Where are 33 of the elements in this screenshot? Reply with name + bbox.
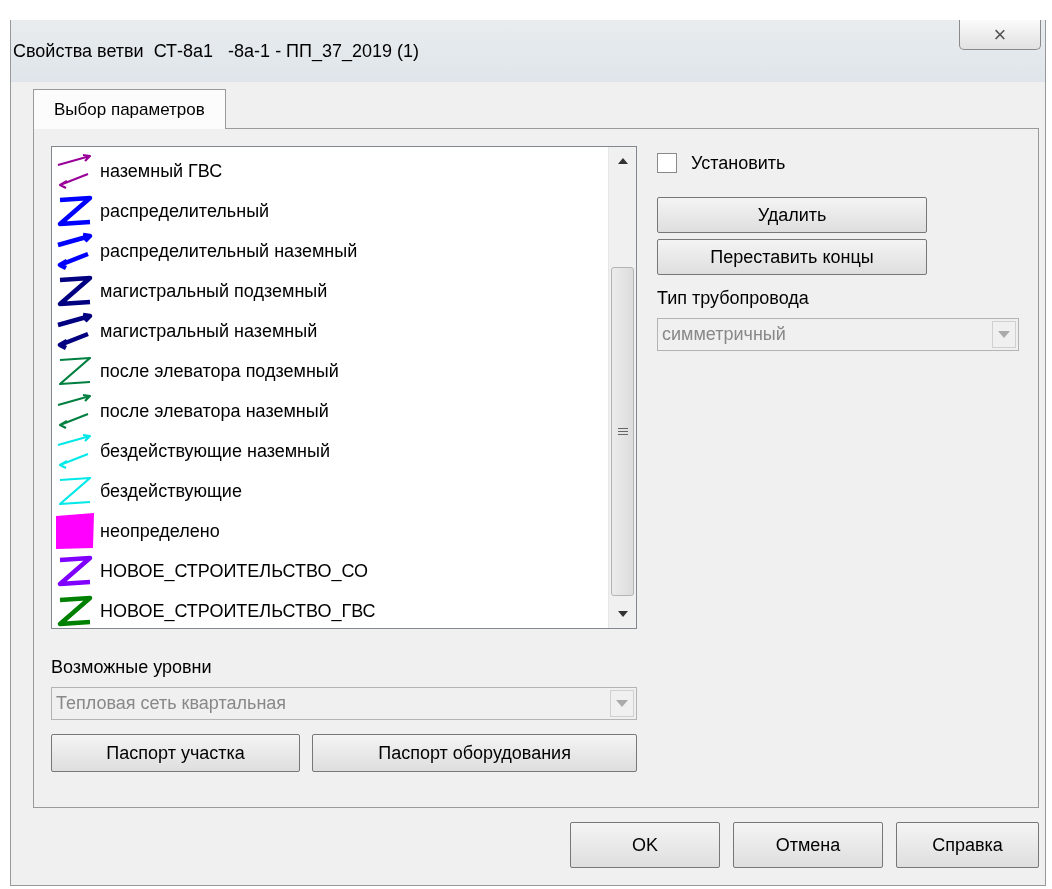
list-item[interactable]: неопределено — [100, 517, 220, 545]
scroll-down-icon[interactable] — [617, 611, 628, 617]
grip-icon — [617, 428, 628, 435]
action-button[interactable]: Удалить — [657, 197, 927, 233]
window-title: Свойства ветви СТ-8а1 -8а-1 - ПП_37_2019 (1) — [13, 39, 420, 64]
pipe-type-label: Тип трубопровода — [657, 287, 810, 310]
scrollbar[interactable] — [608, 147, 636, 628]
close-button[interactable]: × — [959, 20, 1041, 50]
action-button[interactable]: Переставить концы — [657, 239, 927, 275]
list-item[interactable]: распределительный наземный — [100, 237, 358, 265]
levels-label: Возможные уровни — [51, 656, 213, 679]
tab[interactable]: Выбор параметров — [33, 89, 226, 129]
list-item[interactable]: наземный ГВС — [100, 157, 223, 185]
checkbox-label: Установить — [691, 151, 786, 175]
scroll-thumb[interactable] — [611, 267, 634, 596]
list-item[interactable]: распределительный — [100, 197, 270, 225]
list-item[interactable]: после элеватора наземный — [100, 397, 329, 425]
dialog-button[interactable]: Отмена — [733, 822, 883, 868]
scroll-up-icon[interactable] — [617, 158, 628, 164]
dropdown-icon — [616, 700, 628, 707]
list-item[interactable]: НОВОЕ_СТРОИТЕЛЬСТВО_ГВС — [100, 597, 376, 625]
list-item[interactable]: бездействующие — [100, 477, 242, 505]
list-item[interactable]: магистральный наземный — [100, 317, 318, 345]
passport-button[interactable]: Паспорт участка — [51, 734, 301, 772]
list-item[interactable]: бездействующие наземный — [100, 437, 331, 465]
passport-button[interactable]: Паспорт оборудования — [312, 734, 637, 772]
dropdown-icon — [998, 331, 1010, 338]
dialog-button[interactable]: OK — [570, 822, 720, 868]
list-item[interactable]: магистральный подземный — [100, 277, 328, 305]
list-item[interactable]: НОВОЕ_СТРОИТЕЛЬСТВО_СО — [100, 557, 369, 585]
list-item[interactable]: после элеватора подземный — [100, 357, 339, 385]
dialog-button[interactable]: Справка — [896, 822, 1039, 868]
install-checkbox[interactable] — [657, 153, 677, 173]
